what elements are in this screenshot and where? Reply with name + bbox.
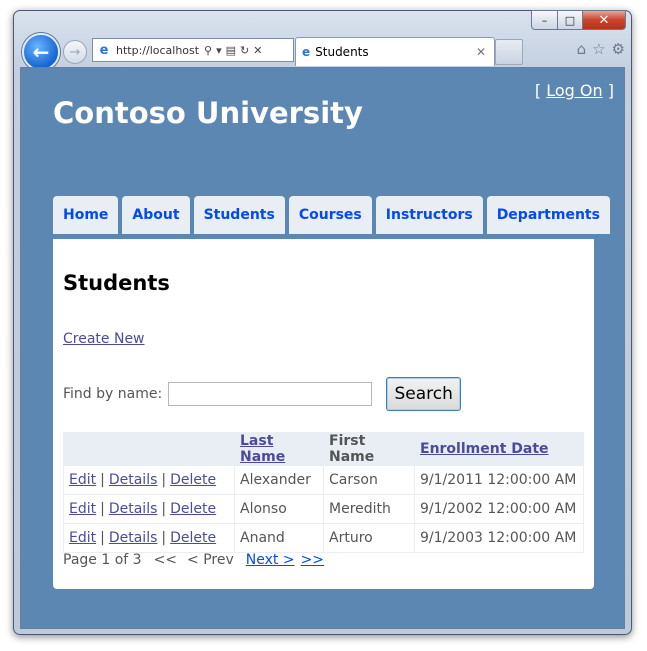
caption-buttons: – □ ✕ <box>531 10 626 30</box>
enrollment-date-cell: 9/1/2011 12:00:00 AM <box>414 465 584 495</box>
menu-item-about[interactable]: About <box>122 196 190 234</box>
first-name-header: First Name <box>323 432 415 466</box>
edit-link[interactable]: Edit <box>69 530 96 546</box>
actions-header <box>63 432 235 466</box>
forward-arrow-icon: → <box>69 44 81 60</box>
stop-icon[interactable]: ✕ <box>253 44 262 57</box>
favorites-star-icon[interactable]: ☆ <box>592 40 605 58</box>
browser-toolbar-icons: ⌂ ☆ ⚙ <box>577 40 625 58</box>
address-bar[interactable]: e http://localhost: ⚲ ▾ ▤ ↻ ✕ <box>92 38 294 62</box>
table-row: Edit | Details | Delete Alonso Meredith 9/1/… <box>63 494 584 524</box>
login-bracket-close: ] <box>607 81 614 100</box>
sort-last-name-link[interactable]: Last Name <box>240 433 285 465</box>
main-menu: Home About Students Courses Instructors … <box>53 196 610 234</box>
last-name-cell: Alexander <box>234 465 324 495</box>
details-link[interactable]: Details <box>109 530 158 546</box>
menu-item-departments[interactable]: Departments <box>486 196 610 234</box>
last-name-header: Last Name <box>234 432 324 466</box>
separator: | <box>100 530 105 546</box>
first-name-cell: Carson <box>323 465 415 495</box>
back-arrow-icon: ← <box>32 40 50 64</box>
edit-link[interactable]: Edit <box>69 501 96 517</box>
search-button[interactable]: Search <box>386 377 462 411</box>
tab-students[interactable]: e Students ✕ <box>295 37 495 66</box>
students-table: Last Name First Name Enrollment Date Edi… <box>63 432 584 553</box>
menu-item-courses[interactable]: Courses <box>288 196 372 234</box>
table-header-row: Last Name First Name Enrollment Date <box>63 432 584 466</box>
next-page-link[interactable]: Next > <box>246 552 295 568</box>
menu-item-students[interactable]: Students <box>193 196 285 234</box>
prev-page-text: < Prev <box>187 552 234 568</box>
ie-tab-icon: e <box>302 45 311 59</box>
close-window-button[interactable]: ✕ <box>583 10 626 30</box>
home-icon[interactable]: ⌂ <box>577 40 587 58</box>
find-label: Find by name: <box>63 386 163 402</box>
row-actions: Edit | Details | Delete <box>63 494 235 524</box>
separator: | <box>100 472 105 488</box>
search-icon[interactable]: ⚲ <box>204 44 212 57</box>
address-url[interactable]: http://localhost: <box>116 44 200 57</box>
back-button[interactable]: ← <box>22 33 60 71</box>
minimize-button[interactable]: – <box>531 10 558 30</box>
search-form: Find by name: Search <box>63 377 462 411</box>
page-viewport: [ Log On ] Contoso University Home About… <box>20 67 625 629</box>
log-on-link[interactable]: Log On <box>546 81 602 100</box>
pager: Page 1 of 3 << < Prev Next > >> <box>63 552 324 568</box>
page-status: Page 1 of 3 <box>63 552 142 568</box>
create-new-link[interactable]: Create New <box>63 331 145 347</box>
tab-title: Students <box>315 45 369 59</box>
login-bracket-open: [ <box>534 81 542 100</box>
last-name-cell: Anand <box>234 523 324 553</box>
menu-item-instructors[interactable]: Instructors <box>375 196 483 234</box>
site-title: Contoso University <box>53 96 363 130</box>
new-tab-button[interactable] <box>495 39 523 65</box>
separator: | <box>161 472 167 488</box>
first-name-cell: Meredith <box>323 494 415 524</box>
enrollment-date-cell: 9/1/2003 12:00:00 AM <box>414 523 584 553</box>
details-link[interactable]: Details <box>109 501 158 517</box>
sort-enrollment-date-link[interactable]: Enrollment Date <box>420 441 549 457</box>
search-input[interactable] <box>168 382 373 406</box>
menu-item-home[interactable]: Home <box>53 196 119 234</box>
enrollment-date-cell: 9/1/2002 12:00:00 AM <box>414 494 584 524</box>
page-title: Students <box>63 271 170 295</box>
login-display: [ Log On ] <box>535 81 614 100</box>
dropdown-arrow-icon[interactable]: ▾ <box>216 44 222 57</box>
row-actions: Edit | Details | Delete <box>63 465 235 495</box>
row-actions: Edit | Details | Delete <box>63 523 235 553</box>
main-content: Students Create New Find by name: Search… <box>53 239 594 589</box>
tab-close-icon[interactable]: ✕ <box>476 45 486 59</box>
browser-window: – □ ✕ ← → e http://localhost: ⚲ ▾ ▤ ↻ ✕ … <box>13 10 632 635</box>
enrollment-date-header: Enrollment Date <box>414 432 584 466</box>
last-name-cell: Alonso <box>234 494 324 524</box>
first-name-cell: Arturo <box>323 523 415 553</box>
details-link[interactable]: Details <box>109 472 158 488</box>
edit-link[interactable]: Edit <box>69 472 96 488</box>
delete-link[interactable]: Delete <box>170 501 216 517</box>
table-row: Edit | Details | Delete Anand Arturo 9/1/200… <box>63 523 584 553</box>
compatibility-icon[interactable]: ▤ <box>226 44 236 57</box>
separator: | <box>100 501 105 517</box>
last-page-link[interactable]: >> <box>301 552 324 568</box>
maximize-button[interactable]: □ <box>558 10 583 30</box>
delete-link[interactable]: Delete <box>170 530 216 546</box>
delete-link[interactable]: Delete <box>170 472 216 488</box>
refresh-icon[interactable]: ↻ <box>240 44 249 57</box>
gear-icon[interactable]: ⚙ <box>612 40 625 58</box>
table-row: Edit | Details | Delete Alexander Carson 9/1… <box>63 465 584 495</box>
forward-button[interactable]: → <box>63 40 87 64</box>
ie-page-icon: e <box>99 42 109 58</box>
separator: | <box>161 530 167 546</box>
first-page-text: << <box>153 552 178 568</box>
separator: | <box>161 501 167 517</box>
